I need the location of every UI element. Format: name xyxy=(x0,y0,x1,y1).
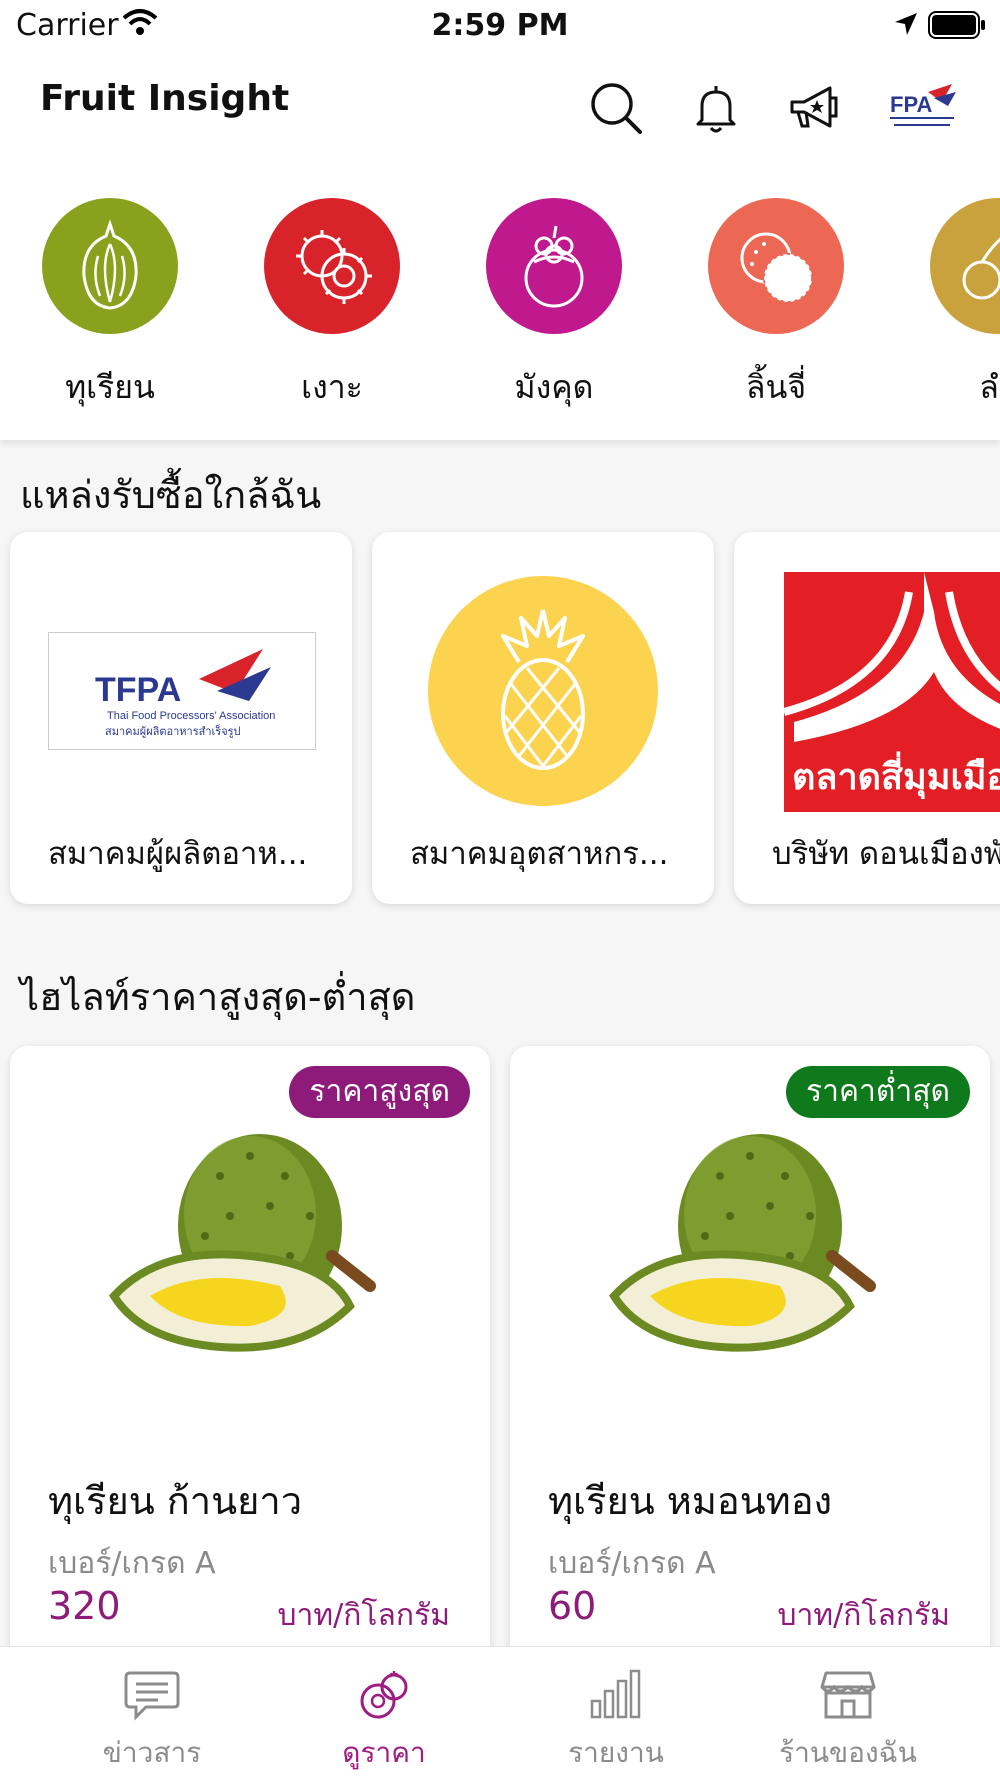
rambutan-icon xyxy=(264,198,400,334)
tab-price[interactable]: ดูราคา xyxy=(284,1669,484,1775)
product-grade: เบอร์/เกรด A xyxy=(548,1546,716,1581)
price-unit: บาท/กิโลกรัม xyxy=(777,1598,951,1633)
market-logo: ตลาดสี่มุมเมือ xyxy=(784,572,1000,812)
longan-icon xyxy=(930,198,1000,334)
product-name: ทุเรียน ก้านยาว xyxy=(48,1479,303,1523)
clock: 2:59 PM xyxy=(431,8,569,43)
fpa-logo-text: FPA xyxy=(890,92,932,117)
source-card[interactable]: สมาคมอุตสาหกร... xyxy=(372,532,714,904)
tab-report[interactable]: รายงาน xyxy=(516,1669,716,1775)
news-icon xyxy=(124,1671,180,1721)
source-card[interactable]: ตลาดสี่มุมเมือ บริษัท ดอนเมืองพั xyxy=(734,532,1000,904)
fruit-price-icon xyxy=(360,1671,408,1719)
tfpa-logo-text: TFPA xyxy=(95,671,181,709)
category-durian[interactable]: ทุเรียน xyxy=(20,198,200,413)
store-icon xyxy=(820,1671,876,1719)
category-label: ทุเรียน xyxy=(65,368,155,406)
mangosteen-icon xyxy=(486,198,622,334)
category-label: เงาะ xyxy=(301,368,363,406)
source-name: สมาคมอุตสาหกร... xyxy=(410,836,669,872)
location-arrow-icon xyxy=(895,13,917,35)
product-grade: เบอร์/เกรด A xyxy=(48,1546,216,1581)
app-title: Fruit Insight xyxy=(40,78,290,119)
tab-my-store[interactable]: ร้านของฉัน xyxy=(748,1669,948,1775)
price-card-lowest[interactable]: ราคาต่ำสุด ทุเรียน หมอนทอง เบอร์/เกรด A … xyxy=(510,1046,990,1746)
tfpa-logo-thai: สมาคมผู้ผลิตอาหารสำเร็จรูป xyxy=(105,724,241,738)
source-name: สมาคมผู้ผลิตอาห... xyxy=(48,836,308,872)
category-rambutan[interactable]: เงาะ xyxy=(242,198,422,413)
lychee-icon xyxy=(708,198,844,334)
bell-icon[interactable] xyxy=(688,80,744,136)
fpa-logo[interactable]: FPA xyxy=(882,70,962,150)
durian-image xyxy=(108,1134,376,1352)
category-label: มังคุด xyxy=(514,368,594,406)
price-card-highest[interactable]: ราคาสูงสุด ทุเรียน ก้านยาว เบอร์/เกรด A … xyxy=(10,1046,490,1746)
price-unit: บาท/กิโลกรัม xyxy=(277,1598,451,1633)
market-logo-text: ตลาดสี่มุมเมือ xyxy=(792,757,1000,798)
nearby-sources-title: แหล่งรับซื้อใกล้ฉัน xyxy=(20,473,322,517)
category-lychee[interactable]: ลิ้นจี่ xyxy=(686,198,866,413)
source-name: บริษัท ดอนเมืองพั xyxy=(772,836,1000,872)
category-mangosteen[interactable]: มังคุด xyxy=(464,198,644,413)
product-name: ทุเรียน หมอนทอง xyxy=(548,1479,833,1523)
tab-label: ดูราคา xyxy=(342,1736,426,1769)
battery-icon xyxy=(928,11,985,39)
tab-news[interactable]: ข่าวสาร xyxy=(52,1669,252,1775)
category-longan[interactable]: ลำ xyxy=(908,198,1000,413)
tfpa-logo-subtitle: Thai Food Processors' Association xyxy=(107,710,275,722)
highlights-title: ไฮไลท์ราคาสูงสุด-ต่ำสุด xyxy=(20,975,416,1019)
fruit-category-list: ทุเรียน เงาะ มังคุด ลิ้นจี่ ลำ xyxy=(0,158,1000,440)
tab-label: รายงาน xyxy=(568,1736,664,1769)
bottom-tab-bar: ข่าวสาร ดูราคา รายงาน ร้านของฉัน xyxy=(0,1646,1000,1779)
product-price: 60 xyxy=(548,1584,597,1628)
megaphone-icon[interactable] xyxy=(786,80,842,136)
pineapple-logo xyxy=(428,576,658,806)
durian-image xyxy=(608,1134,876,1352)
durian-icon xyxy=(42,198,178,334)
search-icon[interactable] xyxy=(588,80,644,136)
tfpa-logo: TFPA Thai Food Processors' Association ส… xyxy=(48,632,316,750)
product-price: 320 xyxy=(48,1584,121,1628)
category-label: ลิ้นจี่ xyxy=(745,368,807,406)
status-bar: Carrier 2:59 PM xyxy=(0,0,1000,52)
tab-label: ข่าวสาร xyxy=(102,1736,202,1769)
bar-chart-icon xyxy=(590,1669,641,1719)
tab-label: ร้านของฉัน xyxy=(779,1736,917,1769)
category-label: ลำ xyxy=(979,368,1000,406)
app-header: Fruit Insight FPA xyxy=(0,52,1000,158)
fpa-logo-graphic: FPA xyxy=(890,84,956,126)
source-card[interactable]: TFPA Thai Food Processors' Association ส… xyxy=(10,532,352,904)
